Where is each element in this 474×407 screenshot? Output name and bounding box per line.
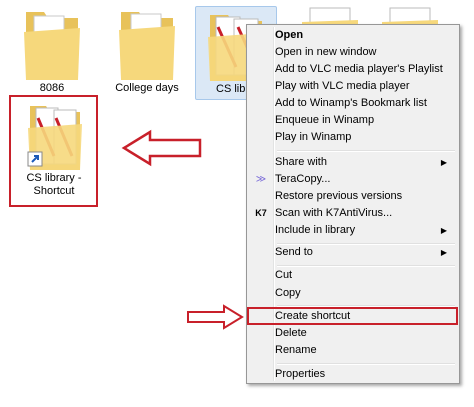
- menu-label: Scan with K7AntiVirus...: [275, 207, 393, 219]
- k7-antivirus-icon: K7: [255, 208, 267, 218]
- menu-item-play-vlc[interactable]: Play with VLC media player: [249, 78, 457, 95]
- menu-label: Open in new window: [275, 46, 377, 58]
- menu-label: Restore previous versions: [275, 190, 403, 202]
- menu-item-include-library[interactable]: Include in library ▶: [249, 222, 457, 239]
- menu-label: Play with VLC media player: [275, 80, 410, 92]
- create-shortcut-highlight: [247, 307, 458, 325]
- menu-item-send-to[interactable]: Send to ▶: [249, 244, 457, 261]
- menu-item-restore-versions[interactable]: Restore previous versions: [249, 188, 457, 205]
- shortcut-label-line1: CS library -: [26, 172, 82, 184]
- shortcut-label-line2: Shortcut: [33, 185, 75, 197]
- menu-label: Play in Winamp: [275, 131, 352, 143]
- menu-label: Delete: [275, 327, 307, 339]
- menu-item-properties[interactable]: Properties: [249, 366, 457, 383]
- folder-label: 8086: [39, 82, 65, 94]
- menu-item-open-new-window[interactable]: Open in new window: [249, 44, 457, 61]
- menu-label: TeraCopy...: [275, 173, 331, 185]
- menu-item-open[interactable]: Open: [249, 27, 457, 44]
- menu-item-add-winamp-bookmark[interactable]: Add to Winamp's Bookmark list: [249, 95, 457, 112]
- menu-label: Add to Winamp's Bookmark list: [275, 97, 427, 109]
- submenu-arrow-icon: ▶: [440, 158, 447, 167]
- folder-8086[interactable]: 8086: [20, 2, 84, 98]
- menu-label: Include in library: [275, 224, 356, 236]
- menu-item-teracopy[interactable]: ≫ TeraCopy...: [249, 171, 457, 188]
- menu-label: Copy: [275, 287, 301, 299]
- menu-label: Add to VLC media player's Playlist: [275, 63, 443, 75]
- menu-separator: [277, 363, 455, 365]
- menu-item-copy[interactable]: Copy: [249, 285, 457, 302]
- menu-item-rename[interactable]: Rename: [249, 342, 457, 359]
- submenu-arrow-icon: ▶: [440, 248, 447, 257]
- menu-label: Open: [275, 29, 304, 41]
- menu-label: Cut: [275, 269, 293, 281]
- right-arrow-icon: [187, 304, 244, 330]
- menu-label: Properties: [275, 368, 326, 380]
- menu-label: Share with: [275, 156, 327, 168]
- menu-label: Enqueue in Winamp: [275, 114, 375, 126]
- menu-item-scan-k7[interactable]: K7 Scan with K7AntiVirus...: [249, 205, 457, 222]
- left-arrow-icon: [121, 129, 202, 167]
- folder-cs-library-shortcut[interactable]: CS library - Shortcut: [14, 98, 94, 204]
- menu-item-cut[interactable]: Cut: [249, 267, 457, 284]
- menu-label: Send to: [275, 246, 313, 258]
- folder-label: College days: [115, 82, 179, 94]
- menu-label: Rename: [275, 344, 317, 356]
- menu-separator: [277, 150, 455, 152]
- menu-item-play-winamp[interactable]: Play in Winamp: [249, 129, 457, 146]
- menu-item-enqueue-winamp[interactable]: Enqueue in Winamp: [249, 112, 457, 129]
- menu-item-delete[interactable]: Delete: [249, 325, 457, 342]
- folder-icon: [24, 12, 80, 80]
- menu-item-share-with[interactable]: Share with ▶: [249, 154, 457, 171]
- submenu-arrow-icon: ▶: [440, 226, 447, 235]
- folder-icon: [27, 106, 82, 170]
- teracopy-icon: ≫: [255, 174, 267, 185]
- folder-icon: [119, 12, 175, 80]
- context-menu: Open Open in new window Add to VLC media…: [246, 24, 460, 384]
- folder-college-days[interactable]: College days: [112, 2, 182, 98]
- menu-item-add-vlc-playlist[interactable]: Add to VLC media player's Playlist: [249, 61, 457, 78]
